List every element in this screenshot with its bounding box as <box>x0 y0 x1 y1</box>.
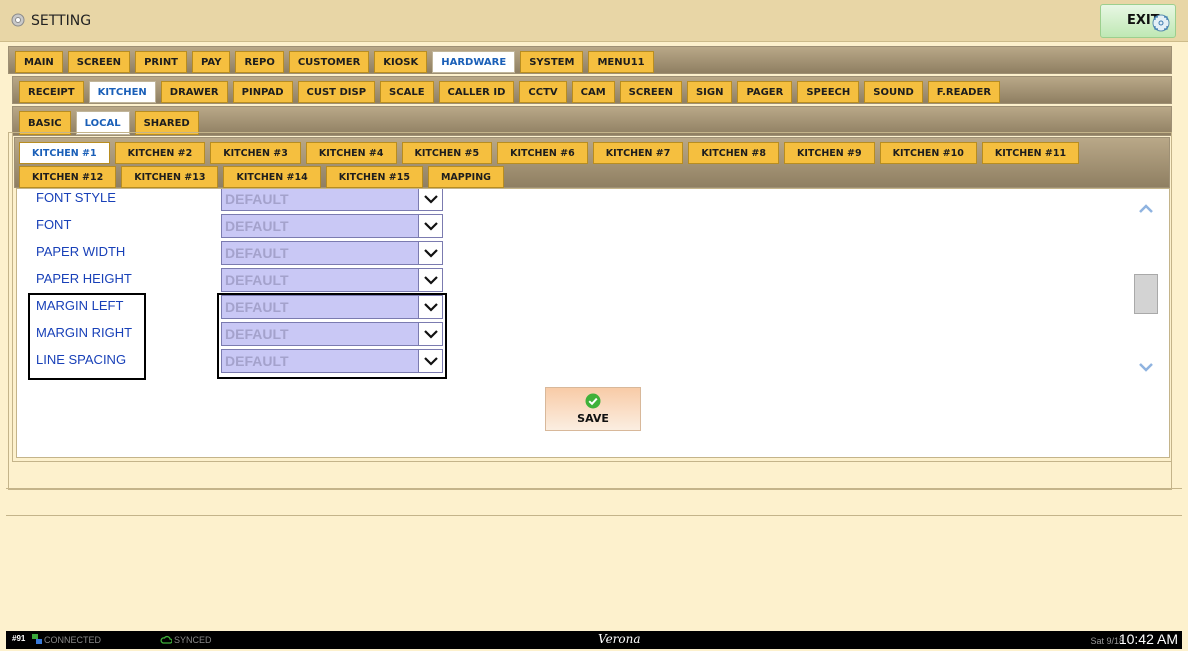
save-button[interactable]: SAVE <box>545 387 641 431</box>
scroll-down-icon[interactable] <box>1137 359 1155 375</box>
status-bar: #91 CONNECTED SYNCED Verona Sat 9/18 10:… <box>6 631 1182 649</box>
gear-icon <box>11 13 25 27</box>
chevron-down-icon <box>423 249 438 258</box>
tab-menu11[interactable]: MENU11 <box>588 51 654 73</box>
chevron-down-icon <box>423 222 438 231</box>
tab-hw-caller-id[interactable]: CALLER ID <box>438 81 515 103</box>
tab-screen[interactable]: SCREEN <box>67 51 131 73</box>
select-value: DEFAULT <box>225 272 289 288</box>
tab-hw-drawer[interactable]: DRAWER <box>160 81 228 103</box>
exit-target-icon <box>1152 14 1170 32</box>
tab-customer[interactable]: CUSTOMER <box>288 51 370 73</box>
setting-label: PAPER WIDTH <box>36 244 126 259</box>
store-name: Verona <box>598 632 641 646</box>
setting-label: FONT STYLE <box>36 190 116 205</box>
tab-kitchen-kitchen-9[interactable]: KITCHEN #9 <box>784 142 875 164</box>
exit-button[interactable]: EXIT <box>1100 4 1176 38</box>
dropdown-arrow[interactable] <box>418 215 442 237</box>
tab-kitchen-kitchen-11[interactable]: KITCHEN #11 <box>981 142 1080 164</box>
setting-label: FONT <box>36 217 72 232</box>
select-value: DEFAULT <box>225 191 289 207</box>
tab-repo[interactable]: REPO <box>235 51 284 73</box>
status-time: 10:42 AM <box>1118 631 1178 647</box>
tab-hw-receipt[interactable]: RECEIPT <box>19 81 84 103</box>
tab-kitchen-kitchen-1[interactable]: KITCHEN #1 <box>19 142 110 164</box>
tab-kitchen-kitchen-2[interactable]: KITCHEN #2 <box>114 142 206 164</box>
tab-kitchen-kitchen-12[interactable]: KITCHEN #12 <box>19 166 117 188</box>
main-tab-bar: MAIN SCREEN PRINT PAY REPO CUSTOMER KIOSK HARDW… <box>8 46 1172 74</box>
chevron-down-icon <box>423 276 438 285</box>
tab-hw-scale[interactable]: SCALE <box>380 81 434 103</box>
tab-hw-sound[interactable]: SOUND <box>864 81 923 103</box>
connection-status: CONNECTED <box>44 635 102 645</box>
tab-hw-speech[interactable]: SPEECH <box>797 81 860 103</box>
tab-hardware[interactable]: HARDWARE <box>432 51 516 73</box>
chevron-down-icon <box>423 195 438 204</box>
hardware-tab-bar: RECEIPT KITCHEN DRAWER PINPAD CUST DISP SCALE… <box>12 76 1172 104</box>
footer-divider <box>6 488 1182 516</box>
setting-row-font: FONT DEFAULT <box>17 214 617 238</box>
tab-kitchen-kitchen-6[interactable]: KITCHEN #6 <box>497 142 588 164</box>
tab-kitchen-kitchen-8[interactable]: KITCHEN #8 <box>688 142 779 164</box>
window-title: SETTING <box>31 13 92 29</box>
tab-kitchen-kitchen-15[interactable]: KITCHEN #15 <box>325 166 423 188</box>
tab-print[interactable]: PRINT <box>135 51 188 73</box>
cloud-icon <box>160 635 172 644</box>
tab-hw-sign[interactable]: SIGN <box>686 81 733 103</box>
tab-kitchen-mapping[interactable]: MAPPING <box>427 166 504 188</box>
dropdown-arrow[interactable] <box>418 189 442 210</box>
paper-width-select[interactable]: DEFAULT <box>221 241 443 265</box>
check-icon <box>585 393 601 409</box>
tab-hw-cam[interactable]: CAM <box>571 81 615 103</box>
paper-height-select[interactable]: DEFAULT <box>221 268 443 292</box>
title-bar: SETTING EXIT <box>0 0 1188 42</box>
save-label: SAVE <box>577 412 609 425</box>
vertical-scrollbar[interactable] <box>1133 197 1159 372</box>
tab-hw-pager[interactable]: PAGER <box>737 81 793 103</box>
tab-hw-cctv[interactable]: CCTV <box>519 81 567 103</box>
tab-kitchen-kitchen-5[interactable]: KITCHEN #5 <box>401 142 493 164</box>
highlight-box-labels <box>28 293 146 380</box>
setting-row-paper-width: PAPER WIDTH DEFAULT <box>17 241 617 265</box>
tab-kiosk[interactable]: KIOSK <box>374 51 428 73</box>
select-value: DEFAULT <box>225 218 289 234</box>
tab-kitchen-kitchen-4[interactable]: KITCHEN #4 <box>305 142 397 164</box>
tab-kitchen-kitchen-3[interactable]: KITCHEN #3 <box>210 142 301 164</box>
highlight-box-values <box>217 293 447 379</box>
network-icon <box>32 634 42 644</box>
tab-main[interactable]: MAIN <box>15 51 63 73</box>
tab-hw-cust-disp[interactable]: CUST DISP <box>297 81 376 103</box>
font-select[interactable]: DEFAULT <box>221 214 443 238</box>
sync-status: SYNCED <box>174 635 212 645</box>
select-value: DEFAULT <box>225 245 289 261</box>
settings-panel: FONT STYLE DEFAULT FONT DEFAULT PAPER WIDTH D… <box>16 188 1170 458</box>
tab-hw-screen[interactable]: SCREEN <box>619 81 682 103</box>
dropdown-arrow[interactable] <box>418 242 442 264</box>
setting-row-paper-height: PAPER HEIGHT DEFAULT <box>17 268 617 292</box>
tab-hw-kitchen[interactable]: KITCHEN <box>88 81 156 103</box>
scroll-thumb[interactable] <box>1134 274 1158 314</box>
tab-kitchen-kitchen-13[interactable]: KITCHEN #13 <box>121 166 219 188</box>
scroll-up-icon[interactable] <box>1137 201 1155 217</box>
station-id: #91 <box>12 634 26 643</box>
tab-hw-pinpad[interactable]: PINPAD <box>232 81 293 103</box>
dropdown-arrow[interactable] <box>418 269 442 291</box>
tab-hw-f-reader[interactable]: F.READER <box>927 81 1001 103</box>
font-style-select[interactable]: DEFAULT <box>221 189 443 211</box>
tab-pay[interactable]: PAY <box>192 51 231 73</box>
kitchen-tab-bar: KITCHEN #1 KITCHEN #2 KITCHEN #3 KITCHEN #4… <box>14 137 1170 188</box>
tab-system[interactable]: SYSTEM <box>520 51 584 73</box>
tab-kitchen-kitchen-14[interactable]: KITCHEN #14 <box>223 166 321 188</box>
tab-kitchen-kitchen-10[interactable]: KITCHEN #10 <box>879 142 977 164</box>
setting-row-font-style: FONT STYLE DEFAULT <box>17 189 617 211</box>
setting-label: PAPER HEIGHT <box>36 271 132 286</box>
tab-kitchen-kitchen-7[interactable]: KITCHEN #7 <box>592 142 684 164</box>
